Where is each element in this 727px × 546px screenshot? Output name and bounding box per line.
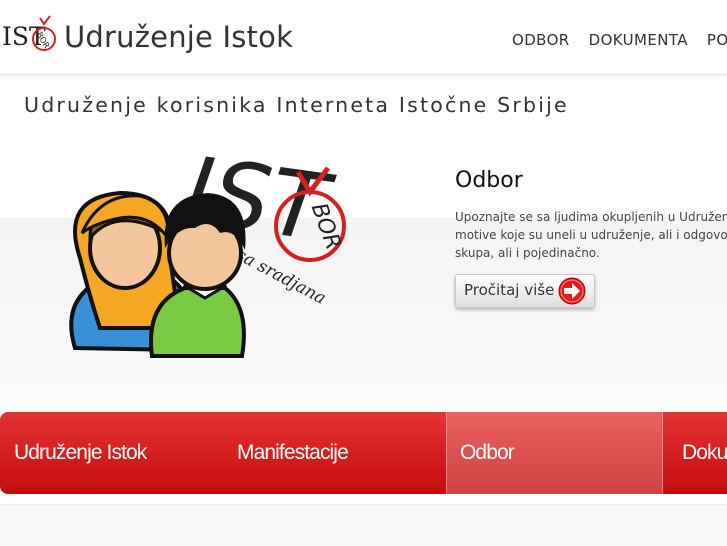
users-illustration: IST BOR sa sradjana	[69, 138, 346, 358]
site-logo[interactable]: IST BOR	[2, 12, 60, 62]
page-tagline: Udruženje korisnika Interneta Istočne Sr…	[24, 93, 569, 117]
read-more-button[interactable]: Pročitaj više	[455, 274, 595, 308]
nav-item-pos[interactable]: POS	[707, 31, 727, 49]
read-more-label: Pročitaj više	[464, 281, 555, 299]
nav-item-dokumenta[interactable]: DOKUMENTA	[589, 31, 688, 49]
feature-title: Odbor	[455, 168, 523, 193]
slider-tab-udruzenje-istok[interactable]: Udruženje Istok	[14, 412, 147, 494]
slider-tab-dokumenta[interactable]: Doku	[682, 412, 727, 494]
footer-strip	[0, 504, 727, 546]
feature-description: Upoznajte se sa ljudima okupljenih u Udr…	[455, 208, 727, 262]
slider-tab-odbor[interactable]: Odbor	[446, 412, 663, 494]
arrow-right-icon	[558, 277, 586, 305]
slider-tab-manifestacije[interactable]: Manifestacije	[237, 412, 349, 494]
feature-line: Upoznajte se sa ljudima okupljenih u Udr…	[455, 210, 727, 224]
site-header: IST BOR Udruženje Istok ODBOR DOKUMENTA …	[0, 0, 727, 75]
nav-item-odbor[interactable]: ODBOR	[512, 31, 570, 49]
feature-line: skupa, ali i pojedinačno.	[455, 246, 600, 260]
site-name[interactable]: Udruženje Istok	[64, 20, 293, 54]
main-nav: ODBOR DOKUMENTA POS	[512, 31, 727, 49]
category-slider: Udruženje Istok Manifestacije Odbor Doku	[0, 412, 727, 494]
feature-line: motive koje su uneli u udruženje, ali i …	[455, 228, 727, 242]
